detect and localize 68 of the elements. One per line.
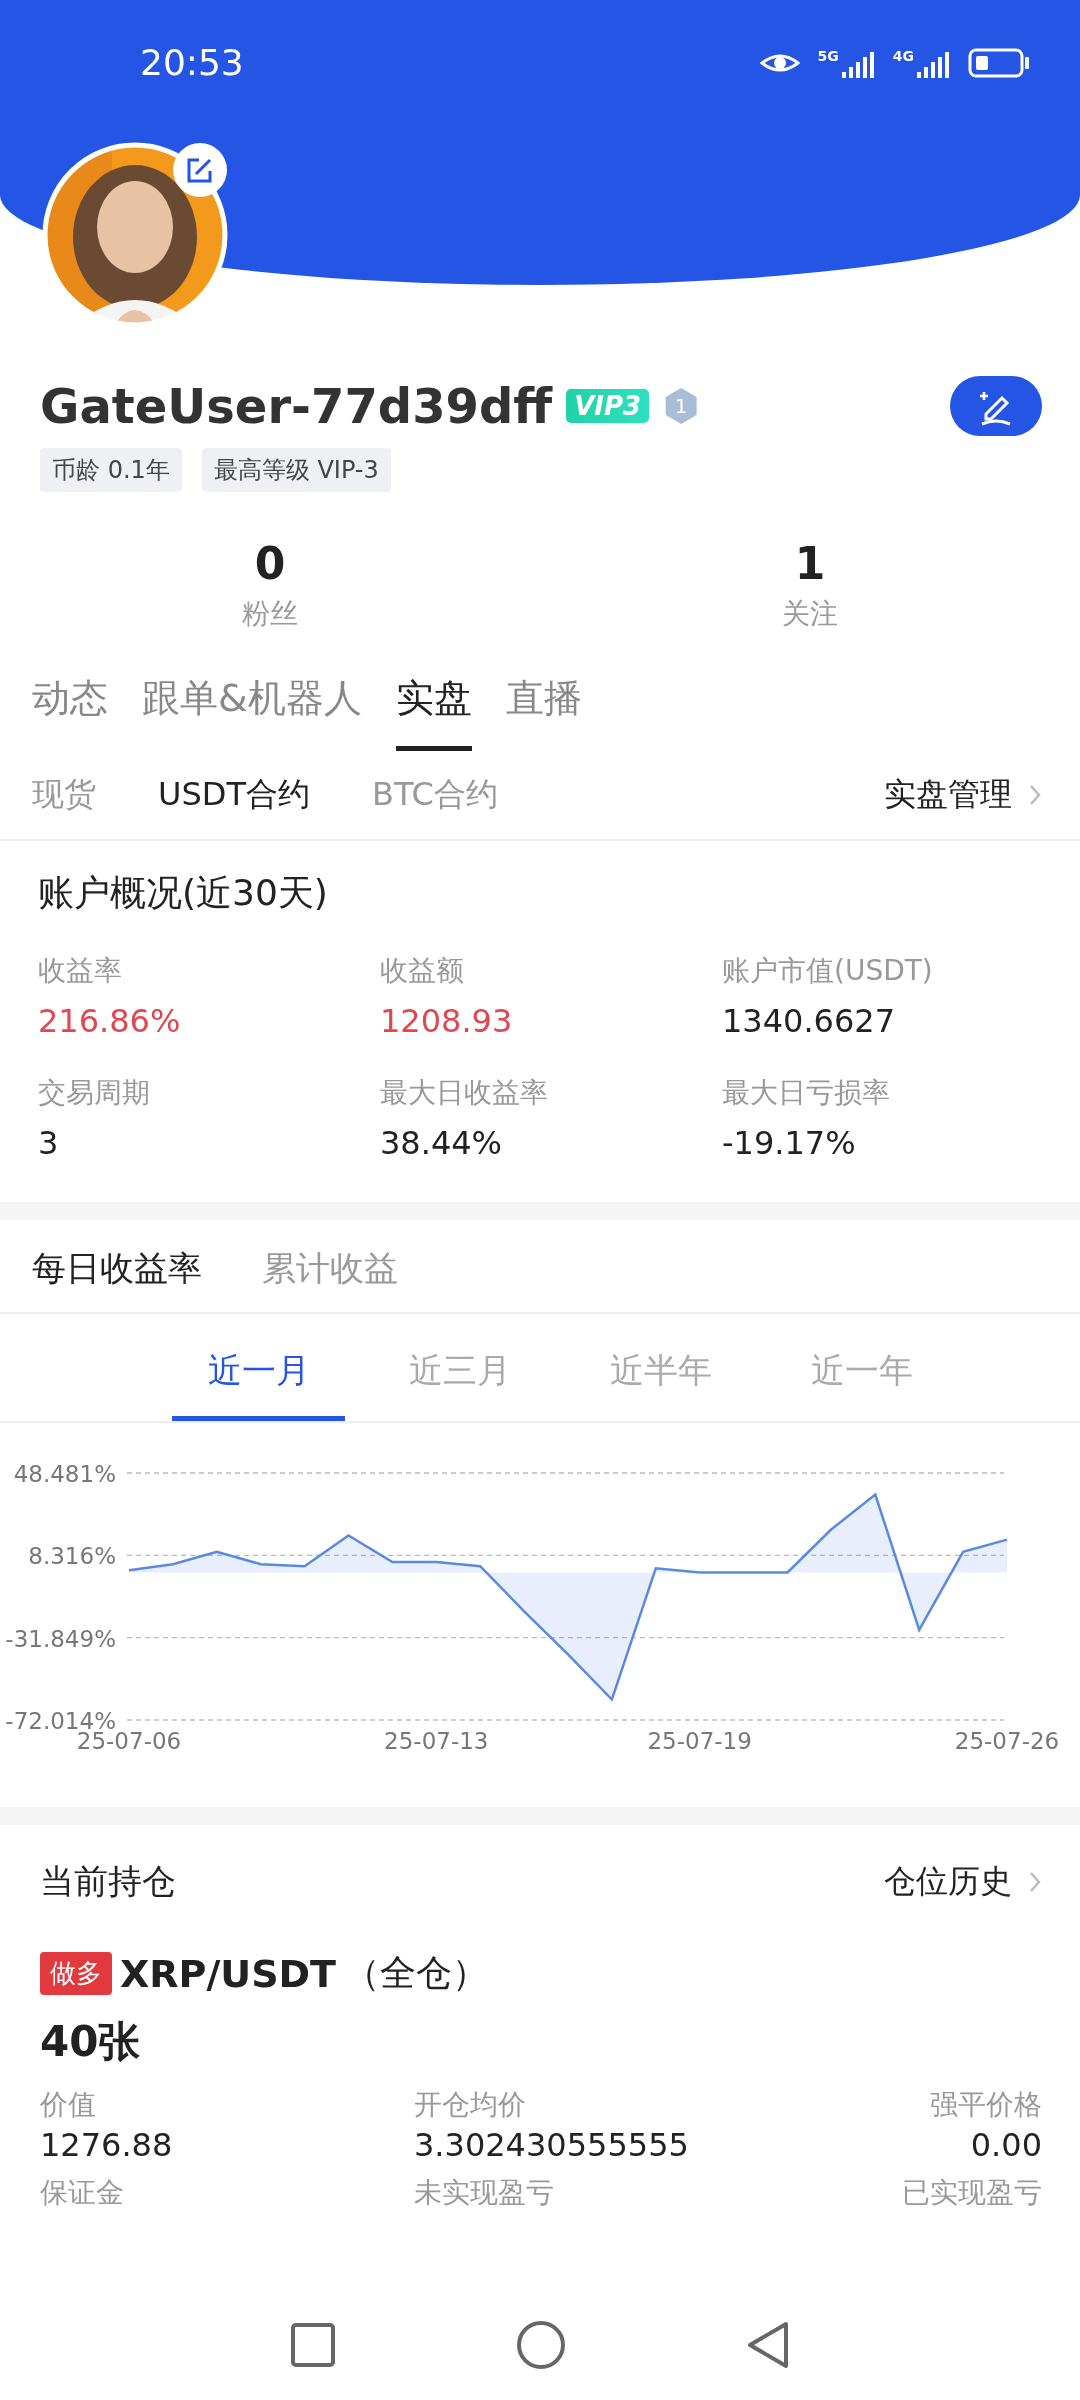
tab[interactable]: 动态	[32, 667, 108, 751]
metric-label: 收益额	[380, 953, 465, 989]
period-tab[interactable]: 近一月	[172, 1348, 345, 1421]
field-label: 未实现盈亏	[414, 2175, 555, 2211]
tab[interactable]: 跟单&机器人	[142, 667, 362, 751]
axis-label: 25-07-19	[647, 1728, 752, 1754]
metric-value: 1208.93	[380, 1002, 514, 1040]
field-label: 已实现盈亏	[902, 2175, 1042, 2211]
field-value: 1276.88	[40, 2126, 174, 2164]
axis-label: 25-07-26	[954, 1728, 1060, 1754]
field-label: 开仓均价	[414, 2087, 527, 2123]
network-label: 4G	[892, 47, 914, 64]
stat-value: 1	[794, 538, 826, 589]
field-label: 强平价格	[930, 2087, 1042, 2123]
field-value: 0.00	[970, 2126, 1042, 2164]
metric-label: 交易周期	[38, 1075, 151, 1111]
sub-tab[interactable]: 现货	[32, 773, 96, 817]
metric-label: 收益率	[38, 953, 123, 989]
chart-tab[interactable]: 累计收益	[262, 1246, 398, 1292]
period-tab[interactable]: 近一年	[775, 1348, 948, 1421]
back-icon[interactable]	[746, 2321, 790, 2369]
chart-tab[interactable]: 每日收益率	[32, 1246, 202, 1292]
axis-label: 48.481%	[13, 1461, 116, 1487]
battery-icon	[968, 47, 1030, 78]
sub-tab[interactable]: BTC合约	[371, 773, 498, 817]
axis-label: -31.849%	[5, 1625, 116, 1652]
field-label: 保证金	[40, 2175, 125, 2211]
profile-tag: 最高等级 VIP-3	[201, 448, 391, 492]
stat-label: 关注	[782, 596, 838, 632]
home-icon[interactable]	[516, 2320, 566, 2370]
field-label: 价值	[40, 2087, 97, 2123]
axis-label: 25-07-06	[76, 1728, 182, 1754]
stat-value: 0	[254, 538, 286, 589]
section-title: 账户概况(近30天)	[38, 871, 329, 915]
position-size: 40张	[40, 2016, 142, 2068]
user-name: GateUser-77d39dff	[40, 378, 553, 434]
network-label: 5G	[817, 47, 839, 64]
metric-value: -19.17%	[722, 1124, 857, 1162]
metric-label: 最大日亏损率	[722, 1075, 891, 1111]
sub-tab[interactable]: USDT合约	[158, 773, 310, 817]
tab[interactable]: 直播	[505, 667, 582, 751]
edit-button[interactable]	[950, 376, 1042, 436]
metric-label: 账户市值(USDT)	[722, 953, 934, 989]
section-title: 当前持仓	[40, 1860, 176, 1903]
metric-value: 1340.6627	[722, 1002, 897, 1040]
stat-label: 粉丝	[242, 596, 298, 632]
period-tab[interactable]: 近半年	[574, 1348, 747, 1421]
symbol-name: XRP/USDT	[120, 1951, 336, 1996]
period-tab[interactable]: 近三月	[373, 1348, 546, 1421]
manage-link[interactable]: 实盘管理	[884, 773, 1012, 817]
axis-label: 8.316%	[28, 1543, 116, 1570]
field-value: 3.302430555555	[414, 2126, 690, 2164]
margin-mode: （全仓）	[344, 1951, 488, 1995]
clock-time: 20:53	[140, 42, 244, 83]
tab[interactable]: 实盘	[395, 667, 472, 751]
profile-tag: 币龄 0.1年	[40, 448, 182, 492]
recent-apps-icon[interactable]	[290, 2322, 336, 2368]
metric-value: 216.86%	[38, 1002, 182, 1040]
metric-value: 3	[38, 1124, 60, 1162]
edit-icon[interactable]	[172, 142, 228, 198]
metric-value: 38.44%	[380, 1124, 503, 1162]
chevron-icon	[1028, 783, 1042, 807]
vip-badge: VIP3	[566, 389, 650, 423]
side-badge: 做多	[40, 1952, 112, 1995]
axis-label: 25-07-13	[384, 1728, 489, 1754]
chevron-icon	[1028, 1870, 1042, 1894]
metric-label: 最大日收益率	[380, 1075, 549, 1111]
history-link[interactable]: 仓位历史	[884, 1860, 1012, 1904]
